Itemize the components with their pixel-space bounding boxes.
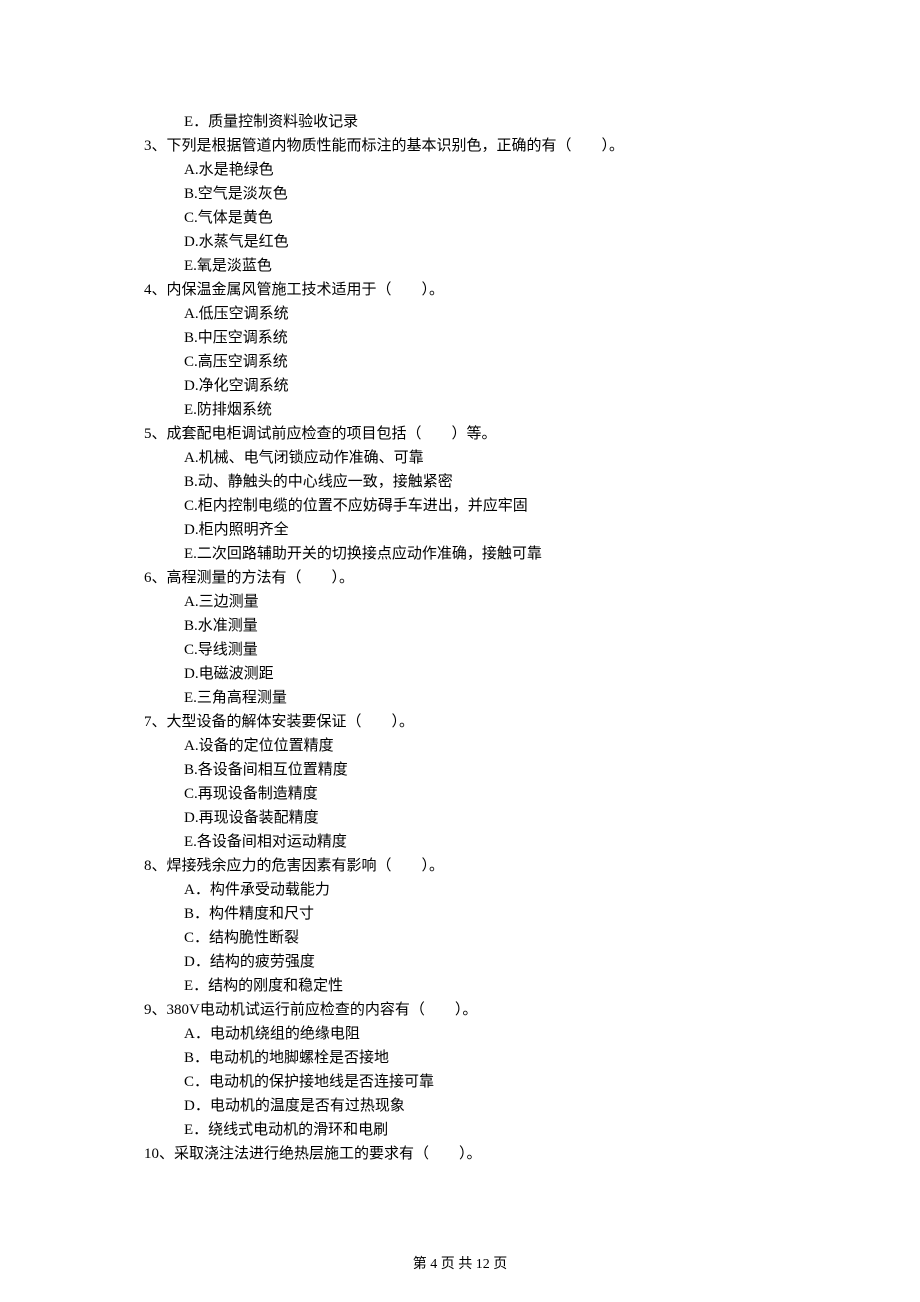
option-b: B．构件精度和尺寸 xyxy=(184,902,790,926)
option-c: C.高压空调系统 xyxy=(184,350,790,374)
option-e: E.三角高程测量 xyxy=(184,686,790,710)
options: A.低压空调系统 B.中压空调系统 C.高压空调系统 D.净化空调系统 E.防排… xyxy=(130,302,790,422)
option-c: C.导线测量 xyxy=(184,638,790,662)
option-b: B.空气是淡灰色 xyxy=(184,182,790,206)
question-8: 8、焊接残余应力的危害因素有影响（ ）。 A．构件承受动载能力 B．构件精度和尺… xyxy=(130,854,790,998)
option-d: D.电磁波测距 xyxy=(184,662,790,686)
option-e: E.防排烟系统 xyxy=(184,398,790,422)
options: A.水是艳绿色 B.空气是淡灰色 C.气体是黄色 D.水蒸气是红色 E.氧是淡蓝… xyxy=(130,158,790,278)
options: A.设备的定位位置精度 B.各设备间相互位置精度 C.再现设备制造精度 D.再现… xyxy=(130,734,790,854)
option-e: E.氧是淡蓝色 xyxy=(184,254,790,278)
question-3: 3、下列是根据管道内物质性能而标注的基本识别色，正确的有（ ）。 A.水是艳绿色… xyxy=(130,134,790,278)
option-a: A.水是艳绿色 xyxy=(184,158,790,182)
document-page: E．质量控制资料验收记录 3、下列是根据管道内物质性能而标注的基本识别色，正确的… xyxy=(0,0,920,1302)
question-stem: 5、成套配电柜调试前应检查的项目包括（ ）等。 xyxy=(130,422,790,446)
option-c: C.再现设备制造精度 xyxy=(184,782,790,806)
option-e: E．质量控制资料验收记录 xyxy=(184,110,790,134)
options: A.三边测量 B.水准测量 C.导线测量 D.电磁波测距 E.三角高程测量 xyxy=(130,590,790,710)
option-a: A.低压空调系统 xyxy=(184,302,790,326)
options: A.机械、电气闭锁应动作准确、可靠 B.动、静触头的中心线应一致，接触紧密 C.… xyxy=(130,446,790,566)
option-e: E．结构的刚度和稳定性 xyxy=(184,974,790,998)
option-c: C．结构脆性断裂 xyxy=(184,926,790,950)
question-7: 7、大型设备的解体安装要保证（ ）。 A.设备的定位位置精度 B.各设备间相互位… xyxy=(130,710,790,854)
question-stem: 7、大型设备的解体安装要保证（ ）。 xyxy=(130,710,790,734)
option-e: E．绕线式电动机的滑环和电刷 xyxy=(184,1118,790,1142)
question-5: 5、成套配电柜调试前应检查的项目包括（ ）等。 A.机械、电气闭锁应动作准确、可… xyxy=(130,422,790,566)
option-a: A．电动机绕组的绝缘电阻 xyxy=(184,1022,790,1046)
option-d: D.柜内照明齐全 xyxy=(184,518,790,542)
page-footer: 第 4 页 共 12 页 xyxy=(0,1254,920,1276)
option-b: B.动、静触头的中心线应一致，接触紧密 xyxy=(184,470,790,494)
option-a: A.设备的定位位置精度 xyxy=(184,734,790,758)
option-c: C．电动机的保护接地线是否连接可靠 xyxy=(184,1070,790,1094)
question-stem: 8、焊接残余应力的危害因素有影响（ ）。 xyxy=(130,854,790,878)
question-stem: 10、采取浇注法进行绝热层施工的要求有（ ）。 xyxy=(130,1142,790,1166)
options: A．电动机绕组的绝缘电阻 B．电动机的地脚螺栓是否接地 C．电动机的保护接地线是… xyxy=(130,1022,790,1142)
orphan-option-block: E．质量控制资料验收记录 xyxy=(130,110,790,134)
option-b: B.中压空调系统 xyxy=(184,326,790,350)
option-a: A．构件承受动载能力 xyxy=(184,878,790,902)
option-a: A.三边测量 xyxy=(184,590,790,614)
question-stem: 9、380V电动机试运行前应检查的内容有（ ）。 xyxy=(130,998,790,1022)
option-c: C.柜内控制电缆的位置不应妨碍手车进出，并应牢固 xyxy=(184,494,790,518)
question-10: 10、采取浇注法进行绝热层施工的要求有（ ）。 xyxy=(130,1142,790,1166)
option-b: B．电动机的地脚螺栓是否接地 xyxy=(184,1046,790,1070)
question-9: 9、380V电动机试运行前应检查的内容有（ ）。 A．电动机绕组的绝缘电阻 B．… xyxy=(130,998,790,1142)
question-4: 4、内保温金属风管施工技术适用于（ ）。 A.低压空调系统 B.中压空调系统 C… xyxy=(130,278,790,422)
option-c: C.气体是黄色 xyxy=(184,206,790,230)
options: A．构件承受动载能力 B．构件精度和尺寸 C．结构脆性断裂 D．结构的疲劳强度 … xyxy=(130,878,790,998)
option-a: A.机械、电气闭锁应动作准确、可靠 xyxy=(184,446,790,470)
option-d: D.再现设备装配精度 xyxy=(184,806,790,830)
option-d: D．结构的疲劳强度 xyxy=(184,950,790,974)
question-stem: 4、内保温金属风管施工技术适用于（ ）。 xyxy=(130,278,790,302)
option-d: D.水蒸气是红色 xyxy=(184,230,790,254)
question-stem: 3、下列是根据管道内物质性能而标注的基本识别色，正确的有（ ）。 xyxy=(130,134,790,158)
option-b: B.水准测量 xyxy=(184,614,790,638)
option-e: E.二次回路辅助开关的切换接点应动作准确，接触可靠 xyxy=(184,542,790,566)
option-d: D．电动机的温度是否有过热现象 xyxy=(184,1094,790,1118)
option-e: E.各设备间相对运动精度 xyxy=(184,830,790,854)
question-6: 6、高程测量的方法有（ ）。 A.三边测量 B.水准测量 C.导线测量 D.电磁… xyxy=(130,566,790,710)
question-stem: 6、高程测量的方法有（ ）。 xyxy=(130,566,790,590)
option-d: D.净化空调系统 xyxy=(184,374,790,398)
option-b: B.各设备间相互位置精度 xyxy=(184,758,790,782)
